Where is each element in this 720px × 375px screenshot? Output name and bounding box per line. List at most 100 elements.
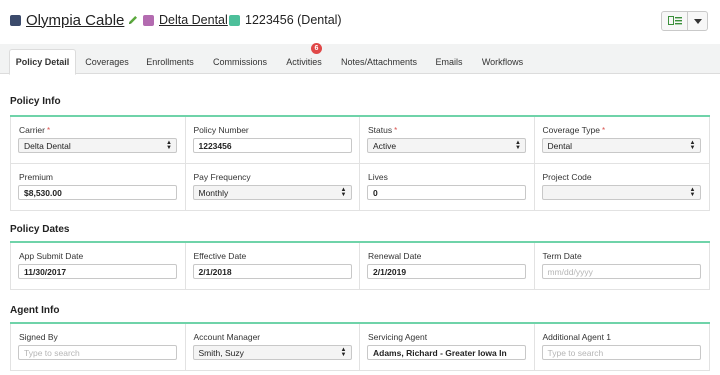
renewal-date-cell: Renewal Date 2/1/2019 <box>360 243 535 289</box>
coverage-type-select[interactable]: Dental ▲ ▼ <box>541 138 701 153</box>
status-value: Active <box>373 140 397 151</box>
required-marker: * <box>394 126 398 135</box>
lives-cell: Lives 0 <box>360 164 535 210</box>
required-marker: * <box>602 126 606 135</box>
additional-agent-label: Additional Agent 1 <box>542 332 612 342</box>
premium-label: Premium <box>19 172 54 182</box>
select-arrows-icon: ▲ ▼ <box>166 140 172 151</box>
select-arrows-icon: ▲ ▼ <box>689 187 696 198</box>
account-manager-label: Account Manager <box>193 332 261 342</box>
status-select[interactable]: Active ▲ ▼ <box>367 138 526 153</box>
select-arrows-icon: ▲ ▼ <box>689 140 696 151</box>
tab-policy-detail[interactable]: Policy Detail <box>9 49 76 75</box>
tab-label: Emails <box>435 56 463 67</box>
policy-dates-row: App Submit Date 11/30/2017 Effective Dat… <box>11 243 709 289</box>
additional-agent-cell: Additional Agent 1 Type to search <box>535 324 710 370</box>
account-manager-cell: Account Manager Smith, Suzy ▲ ▼ <box>186 324 360 370</box>
effective-date-cell: Effective Date 2/1/2018 <box>186 243 360 289</box>
tab-label: Workflows <box>481 56 524 67</box>
policy-info-grid: Carrier * Delta Dental ▲ ▼ Policy Number 1… <box>10 117 710 211</box>
policy-color-swatch <box>229 14 240 26</box>
pay-frequency-value: Monthly <box>198 187 229 198</box>
tab-emails[interactable]: Emails <box>430 49 468 74</box>
tab-notes-attachments[interactable]: Notes/Attachments <box>336 49 422 74</box>
tab-bar: Policy Detail Coverages Enrollments Comm… <box>0 43 720 75</box>
select-arrows-icon: ▲ ▼ <box>515 140 521 151</box>
account-manager-select[interactable]: Smith, Suzy ▲ ▼ <box>192 345 352 360</box>
tab-activities[interactable]: Activities 6 <box>280 43 328 74</box>
renewal-date-input[interactable]: 2/1/2019 <box>367 264 526 279</box>
app-submit-date-cell: App Submit Date 11/30/2017 <box>11 243 186 289</box>
policy-title: 1223456 (Dental) <box>245 13 342 27</box>
project-code-label: Project Code <box>542 172 592 182</box>
servicing-agent-label: Servicing Agent <box>368 332 428 342</box>
policy-dates-grid: App Submit Date 11/30/2017 Effective Dat… <box>10 243 710 290</box>
tab-label: Enrollments <box>146 56 194 67</box>
project-code-select[interactable]: ▲ ▼ <box>541 185 701 200</box>
term-date-cell: Term Date mm/dd/yyyy <box>535 243 710 289</box>
tab-enrollments[interactable]: Enrollments <box>139 49 201 74</box>
app-submit-date-label: App Submit Date <box>19 251 84 261</box>
coverage-type-cell: Coverage Type * Dental ▲ ▼ <box>535 117 710 163</box>
signed-by-label: Signed By <box>19 332 58 342</box>
tab-label: Activities <box>286 56 322 67</box>
pay-frequency-select[interactable]: Monthly ▲ ▼ <box>192 185 352 200</box>
view-button[interactable] <box>661 11 688 31</box>
page-header: Olympia Cable Delta Dental 1223456 (Dent… <box>0 0 720 40</box>
carrier-select[interactable]: Delta Dental ▲ ▼ <box>18 138 177 153</box>
pencil-icon[interactable] <box>127 14 139 26</box>
effective-date-input[interactable]: 2/1/2018 <box>192 264 352 279</box>
account-manager-value: Smith, Suzy <box>198 347 244 358</box>
tab-label: Notes/Attachments <box>340 56 418 67</box>
policy-number-label: Policy Number <box>193 125 249 135</box>
select-arrows-icon: ▲ ▼ <box>340 187 347 198</box>
policy-info-row: Carrier * Delta Dental ▲ ▼ Policy Number 1… <box>11 117 709 164</box>
signed-by-search-input[interactable]: Type to search <box>18 345 177 360</box>
company-color-swatch <box>10 14 21 26</box>
effective-date-label: Effective Date <box>193 251 247 261</box>
lives-input[interactable]: 0 <box>367 185 526 200</box>
carrier-cell: Carrier * Delta Dental ▲ ▼ <box>11 117 186 163</box>
renewal-date-label: Renewal Date <box>368 251 422 261</box>
carrier-crumb[interactable]: Delta Dental <box>143 11 228 29</box>
agent-info-row: Signed By Type to search Account Manager… <box>11 324 709 370</box>
company-crumb[interactable]: Olympia Cable <box>10 11 139 29</box>
tab-label: Policy Detail <box>15 57 70 67</box>
signed-by-cell: Signed By Type to search <box>11 324 186 370</box>
tab-label: Commissions <box>212 56 267 67</box>
company-link[interactable]: Olympia Cable <box>26 12 124 29</box>
premium-input[interactable]: $8,530.00 <box>18 185 177 200</box>
coverage-type-value: Dental <box>547 140 573 151</box>
tab-workflows[interactable]: Workflows <box>475 49 530 74</box>
pay-frequency-label: Pay Frequency <box>193 172 251 182</box>
policy-info-heading: Policy Info <box>10 96 61 107</box>
servicing-agent-cell: Servicing Agent Adams, Richard - Greater… <box>360 324 535 370</box>
servicing-agent-input[interactable]: Adams, Richard - Greater Iowa In <box>367 345 526 360</box>
agent-info-grid: Signed By Type to search Account Manager… <box>10 324 710 371</box>
activities-count-badge: 6 <box>311 43 322 54</box>
additional-agent-search-input[interactable]: Type to search <box>541 345 701 360</box>
carrier-link[interactable]: Delta Dental <box>159 13 228 27</box>
coverage-type-label: Coverage Type * <box>542 125 606 135</box>
policy-number-cell: Policy Number 1223456 <box>186 117 360 163</box>
premium-cell: Premium $8,530.00 <box>11 164 186 210</box>
status-label: Status * <box>368 125 398 135</box>
tab-commissions[interactable]: Commissions <box>207 49 273 74</box>
pay-frequency-cell: Pay Frequency Monthly ▲ ▼ <box>186 164 360 210</box>
carrier-value: Delta Dental <box>24 140 71 151</box>
caret-down-icon <box>693 18 702 24</box>
view-menu-button[interactable] <box>688 11 708 31</box>
carrier-color-swatch <box>143 14 154 26</box>
agent-info-heading: Agent Info <box>10 305 60 316</box>
project-code-cell: Project Code ▲ ▼ <box>535 164 710 210</box>
select-arrows-icon: ▲ ▼ <box>340 347 347 358</box>
policy-number-input[interactable]: 1223456 <box>192 138 352 153</box>
tab-label: Coverages <box>85 56 129 67</box>
policy-crumb: 1223456 (Dental) <box>229 11 342 29</box>
app-submit-date-input[interactable]: 11/30/2017 <box>18 264 177 279</box>
view-button-group <box>661 11 708 31</box>
lives-label: Lives <box>368 172 388 182</box>
term-date-input[interactable]: mm/dd/yyyy <box>541 264 701 279</box>
tab-coverages[interactable]: Coverages <box>79 49 135 74</box>
status-cell: Status * Active ▲ ▼ <box>360 117 535 163</box>
